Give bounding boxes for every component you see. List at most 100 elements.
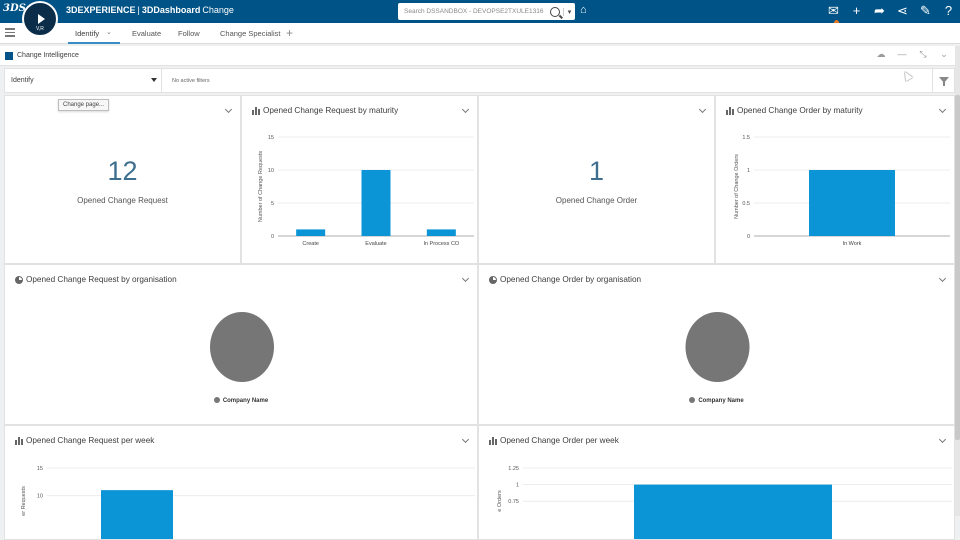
y-tick-label: 1.25 (508, 466, 519, 472)
legend-swatch (689, 397, 696, 403)
kpi-value: 1 (588, 156, 605, 186)
widget-tools: ☁ — ⤡ ⌄ (876, 49, 949, 60)
filter-status: No active filters (172, 78, 210, 84)
chevron-down-icon[interactable]: ▾ (563, 7, 575, 16)
x-tick-label: Create (302, 241, 319, 247)
y-axis-label: e Orders (497, 490, 503, 512)
bar (296, 229, 326, 236)
chart-co-week: 0.75 1 1.25 e Orders (497, 466, 952, 539)
y-tick-label: 1 (516, 483, 519, 489)
chevron-down-icon[interactable] (224, 105, 233, 114)
card-co-org: Opened Change Order by organisation Comp… (478, 264, 955, 425)
tag-icon[interactable]: ⌂ (580, 4, 592, 16)
notification-icon[interactable]: ✉3 (826, 2, 841, 35)
y-tick-label: 10 (37, 494, 43, 500)
compass-tool-icon[interactable]: ✎ (918, 2, 933, 20)
brand-title: 3DEXPERIENCE | 3DDashboard Change (66, 5, 234, 15)
add-icon[interactable]: + (849, 2, 864, 20)
compass-button[interactable]: V,R (22, 1, 58, 37)
top-right-toolbar: ✉3 + ➦ ⋖ ✎ ? (826, 2, 956, 35)
chart-co-maturity: 0 0.5 1 1.5 Number of Change Orders In Work (734, 135, 950, 247)
share-icon[interactable]: ➦ (872, 2, 887, 20)
brand-separator: | (137, 5, 140, 15)
search-input[interactable]: Search DSSANDBOX - DEVOPSE2TXULE1316 (398, 8, 550, 15)
kpi-value: 12 (107, 156, 138, 186)
y-tick-label: 0 (747, 234, 750, 240)
bar (361, 170, 391, 236)
y-tick-label: 0 (271, 234, 274, 240)
y-tick-label: 15 (37, 466, 43, 472)
card-co-count: 1 Opened Change Order (478, 95, 715, 264)
top-bar: 3DS V,R 3DEXPERIENCE | 3DDashboard Change S… (0, 0, 960, 37)
menu-icon[interactable] (5, 28, 15, 39)
y-tick-label: 1 (747, 168, 750, 174)
page-select[interactable]: Identify (5, 69, 162, 92)
legend-swatch (213, 397, 220, 403)
tab-change-specialist[interactable]: Change Specialist (220, 29, 280, 38)
chart-co-org (685, 312, 750, 382)
chevron-down-icon[interactable] (698, 105, 707, 114)
x-tick-label: Evaluate (365, 241, 386, 247)
y-tick-label: 10 (268, 168, 274, 174)
kpi-label: Opened Change Order (555, 196, 638, 205)
y-axis-label: Number of Change Orders (734, 154, 740, 219)
active-tab-indicator (68, 42, 120, 44)
bar (101, 490, 173, 539)
y-axis-label: Number of Change Requests (258, 151, 264, 222)
add-tab-icon[interactable]: + (286, 26, 293, 40)
chart-cr-maturity: 0 5 10 15 Number of Change Requests Create Eva… (258, 135, 474, 247)
x-tick-label: In Work (843, 241, 862, 247)
play-icon (37, 14, 45, 24)
legend-label: Company Name (222, 398, 269, 404)
y-axis-label: er Requests (21, 486, 27, 516)
card-cr-maturity: Opened Change Request by maturity 0 5 10 15… (241, 95, 478, 264)
3ds-logo: 3DS (3, 3, 26, 14)
minimize-icon[interactable]: — (897, 49, 907, 60)
tab-evaluate[interactable]: Evaluate (132, 29, 161, 38)
compass-version: V,R (36, 26, 44, 32)
y-tick-label: 0.75 (508, 499, 519, 505)
widget-app-icon (5, 52, 13, 60)
y-tick-label: 15 (268, 135, 274, 141)
card-cr-org: Opened Change Request by organisation Co… (4, 264, 478, 425)
tab-bar: Identify ⌄ Evaluate Follow Change Specia… (0, 23, 960, 44)
y-tick-label: 1.5 (742, 135, 750, 141)
brand-app: Change (202, 5, 234, 15)
card-cr-week: Opened Change Request per week 10 15 er Re… (4, 425, 478, 540)
tab-chevron-icon[interactable]: ⌄ (106, 28, 112, 36)
filter-bar: Identify No active filters (4, 68, 955, 93)
network-icon[interactable]: ⋖ (895, 2, 910, 20)
legend-item[interactable]: Company Name (5, 397, 477, 404)
chart-cr-org (210, 312, 274, 382)
filter-icon[interactable] (932, 69, 954, 92)
search-icon[interactable] (550, 6, 560, 17)
scrollbar-thumb[interactable] (955, 95, 960, 440)
help-icon[interactable]: ? (941, 2, 956, 20)
widget-title: Change Intelligence (17, 52, 79, 59)
search-box[interactable]: Search DSSANDBOX - DEVOPSE2TXULE1316 ▾ (398, 3, 575, 20)
bar (809, 170, 895, 236)
bar (426, 229, 456, 236)
card-cr-count: 12 Opened Change Request (4, 95, 241, 264)
caret-down-icon[interactable] (151, 78, 157, 82)
kpi-label: Opened Change Request (77, 196, 168, 205)
cloud-icon[interactable]: ☁ (876, 49, 886, 60)
widget-header: Change Intelligence ☁ — ⤡ ⌄ (0, 46, 955, 66)
legend-item[interactable]: Company Name (479, 397, 954, 404)
brand-prefix: 3DEXPERIENCE (66, 5, 136, 15)
tooltip: Change page... (58, 99, 110, 111)
tab-identify[interactable]: Identify (75, 29, 99, 38)
page-select-value: Identify (11, 77, 34, 84)
pie-slice (685, 312, 750, 382)
card-co-week: Opened Change Order per week 0.75 1 1.25 e … (478, 425, 955, 540)
y-tick-label: 0.5 (742, 201, 750, 207)
card-co-maturity: Opened Change Order by maturity 0 0.5 1 1.5… (715, 95, 955, 264)
x-tick-label: In Process CO (423, 241, 459, 247)
collapse-icon[interactable]: ⤡ (918, 49, 928, 60)
brand-product: 3DDashboard (141, 5, 201, 15)
tab-follow[interactable]: Follow (178, 29, 200, 38)
chart-cr-week: 10 15 er Requests (21, 466, 475, 539)
pie-slice (210, 312, 274, 382)
chevron-down-icon[interactable]: ⌄ (939, 49, 949, 60)
y-tick-label: 5 (271, 201, 274, 207)
